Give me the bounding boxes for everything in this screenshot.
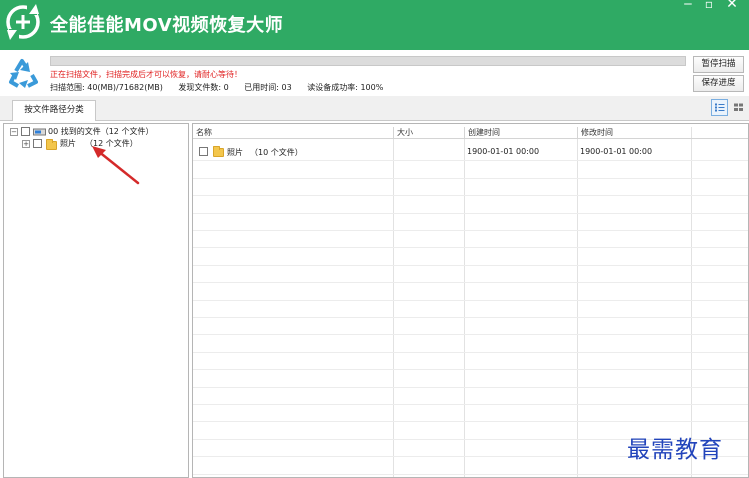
found-file-count: 发现文件数: 0	[178, 83, 229, 92]
tab-path-category[interactable]: 按文件路径分类	[12, 100, 96, 121]
list-view-icon	[715, 103, 725, 112]
row-name: 照片	[227, 148, 243, 157]
tab-strip: 按文件路径分类	[0, 96, 749, 121]
table-row-empty	[193, 353, 748, 371]
table-row-empty	[193, 266, 748, 284]
row-modified: 1900-01-01 00:00	[580, 147, 653, 156]
maximize-button[interactable]: ▫	[701, 0, 717, 12]
column-header-created[interactable]: 创建时间	[464, 127, 577, 139]
table-row[interactable]: 照片 （10 个文件） 1900-01-01 00:00 1900-01-01 …	[193, 144, 748, 161]
elapsed-time: 已用时间: 03	[244, 83, 292, 92]
expand-icon[interactable]: +	[22, 140, 30, 148]
tree-photos-name: 照片	[60, 139, 76, 148]
collapse-icon[interactable]: −	[10, 128, 18, 136]
column-header-name[interactable]: 名称	[193, 127, 393, 139]
read-success-rate: 读设备成功率: 100%	[307, 83, 384, 92]
tree-root-node[interactable]: − 00 找到的文件（12 个文件）	[10, 126, 186, 138]
scan-stats: 扫描范围: 40(MB)/71682(MB) 发现文件数: 0 已用时间: 03…	[50, 82, 396, 93]
recovery-plus-icon	[6, 4, 40, 40]
grid-view-button[interactable]	[730, 99, 747, 116]
scan-panel: 正在扫描文件，扫描完成后才可以恢复，请耐心等待！ 扫描范围: 40(MB)/71…	[0, 50, 749, 96]
watermark: 最需教育	[627, 437, 723, 463]
list-view-button[interactable]	[711, 99, 728, 116]
scan-progress-bar	[50, 56, 686, 66]
table-row-empty	[193, 231, 748, 249]
row-created: 1900-01-01 00:00	[467, 147, 540, 156]
table-row-empty	[193, 161, 748, 179]
table-row-empty	[193, 405, 748, 423]
save-progress-button[interactable]: 保存进度	[693, 75, 744, 92]
table-row-empty	[193, 179, 748, 197]
minimize-button[interactable]: ‒	[680, 0, 696, 12]
file-table-pane: 名称 大小 创建时间 修改时间 照片 （10 个文件） 1900-01-01 0…	[192, 123, 749, 478]
tree-root-label: 00 找到的文件（12 个文件）	[48, 127, 154, 136]
row-checkbox[interactable]	[199, 147, 208, 156]
row-file-count: （10 个文件）	[250, 148, 303, 157]
table-header: 名称 大小 创建时间 修改时间	[193, 127, 748, 139]
app-title: 全能佳能MOV视频恢复大师	[50, 15, 284, 36]
table-row-empty	[193, 196, 748, 214]
table-row-empty	[193, 301, 748, 318]
table-row-empty	[193, 335, 748, 353]
pause-scan-button[interactable]: 暂停扫描	[693, 56, 744, 73]
table-row-empty	[193, 214, 748, 231]
grid-view-icon	[734, 103, 743, 111]
column-header-modified[interactable]: 修改时间	[577, 127, 691, 139]
close-button[interactable]: ✕	[724, 0, 740, 12]
folder-icon	[213, 146, 224, 157]
tree-root-checkbox[interactable]	[21, 127, 30, 136]
recycle-icon	[9, 59, 38, 88]
column-header-size[interactable]: 大小	[393, 127, 464, 139]
table-row-empty	[193, 248, 748, 266]
drive-icon	[33, 128, 46, 136]
scan-notice: 正在扫描文件，扫描完成后才可以恢复，请耐心等待！	[50, 70, 242, 79]
annotation-arrow	[92, 146, 140, 185]
table-row-empty	[193, 283, 748, 301]
table-row-empty	[193, 370, 748, 388]
table-row-empty	[193, 388, 748, 405]
table-row-empty	[193, 475, 748, 477]
tree-photos-checkbox[interactable]	[33, 139, 42, 148]
folder-icon	[46, 139, 57, 150]
title-bar: 全能佳能MOV视频恢复大师 ‒ ▫ ✕	[0, 0, 749, 50]
scan-range: 扫描范围: 40(MB)/71682(MB)	[50, 83, 163, 92]
table-row-empty	[193, 318, 748, 336]
